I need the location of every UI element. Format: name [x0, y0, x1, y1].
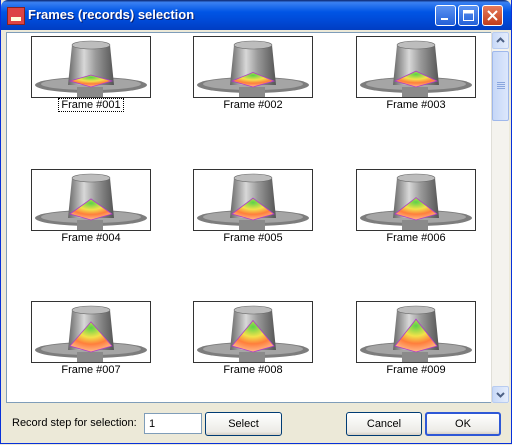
maximize-button[interactable] — [458, 5, 479, 26]
close-button[interactable] — [482, 5, 503, 26]
frame-thumbnail[interactable] — [193, 169, 313, 231]
frame-thumbnail[interactable] — [31, 301, 151, 363]
close-icon — [487, 10, 498, 21]
cancel-button[interactable]: Cancel — [346, 412, 422, 436]
frame-label[interactable]: Frame #004 — [31, 232, 151, 244]
vertical-scrollbar[interactable] — [491, 32, 509, 403]
record-step-input[interactable] — [144, 413, 202, 434]
scroll-up-button[interactable] — [492, 32, 509, 49]
frame-label[interactable]: Frame #005 — [193, 232, 313, 244]
minimize-button[interactable] — [435, 5, 456, 26]
frame-label[interactable]: Frame #008 — [193, 364, 313, 376]
scroll-thumb[interactable] — [492, 51, 509, 121]
frame-label[interactable]: Frame #007 — [31, 364, 151, 376]
scroll-down-button[interactable] — [492, 386, 509, 403]
app-icon — [7, 7, 25, 25]
frame-thumbnail[interactable] — [193, 301, 313, 363]
frame-label[interactable]: Frame #001 — [31, 98, 151, 112]
frame-thumbnail[interactable] — [193, 36, 313, 98]
frame-thumbnail[interactable] — [356, 169, 476, 231]
frame-thumbnail[interactable] — [31, 169, 151, 231]
frame-thumbnail[interactable] — [356, 36, 476, 98]
frame-item[interactable]: Frame #008 — [193, 301, 313, 402]
frame-item[interactable]: Frame #001 — [31, 36, 151, 142]
frame-thumbnail[interactable] — [356, 301, 476, 363]
frames-gallery[interactable]: Frame #001 Frame #002 Frame #003 Frame #004… — [6, 32, 493, 403]
frame-label[interactable]: Frame #006 — [356, 232, 476, 244]
frame-item[interactable]: Frame #009 — [356, 301, 476, 402]
record-step-label: Record step for selection: — [12, 417, 137, 429]
select-button[interactable]: Select — [205, 412, 282, 436]
ok-button[interactable]: OK — [425, 412, 501, 436]
title-bar[interactable]: Frames (records) selection — [1, 0, 511, 30]
window-title: Frames (records) selection — [28, 7, 195, 22]
dialog-window: Frames (records) selection Frame #001 Fra… — [0, 0, 512, 444]
frame-label[interactable]: Frame #003 — [356, 99, 476, 111]
frame-label[interactable]: Frame #002 — [193, 99, 313, 111]
bottom-bar: Record step for selection: Select Cancel… — [4, 405, 508, 440]
chevron-up-icon — [496, 37, 505, 43]
frame-item[interactable]: Frame #006 — [356, 169, 476, 275]
frame-thumbnail[interactable] — [31, 36, 151, 98]
frame-item[interactable]: Frame #003 — [356, 36, 476, 142]
dialog-client: Frame #001 Frame #002 Frame #003 Frame #004… — [4, 30, 509, 440]
minimize-icon — [441, 18, 448, 20]
chevron-down-icon — [496, 392, 505, 398]
frame-label[interactable]: Frame #009 — [356, 364, 476, 376]
frame-item[interactable]: Frame #007 — [31, 301, 151, 402]
frame-item[interactable]: Frame #004 — [31, 169, 151, 275]
frame-item[interactable]: Frame #005 — [193, 169, 313, 275]
maximize-icon — [463, 10, 474, 21]
frame-item[interactable]: Frame #002 — [193, 36, 313, 142]
